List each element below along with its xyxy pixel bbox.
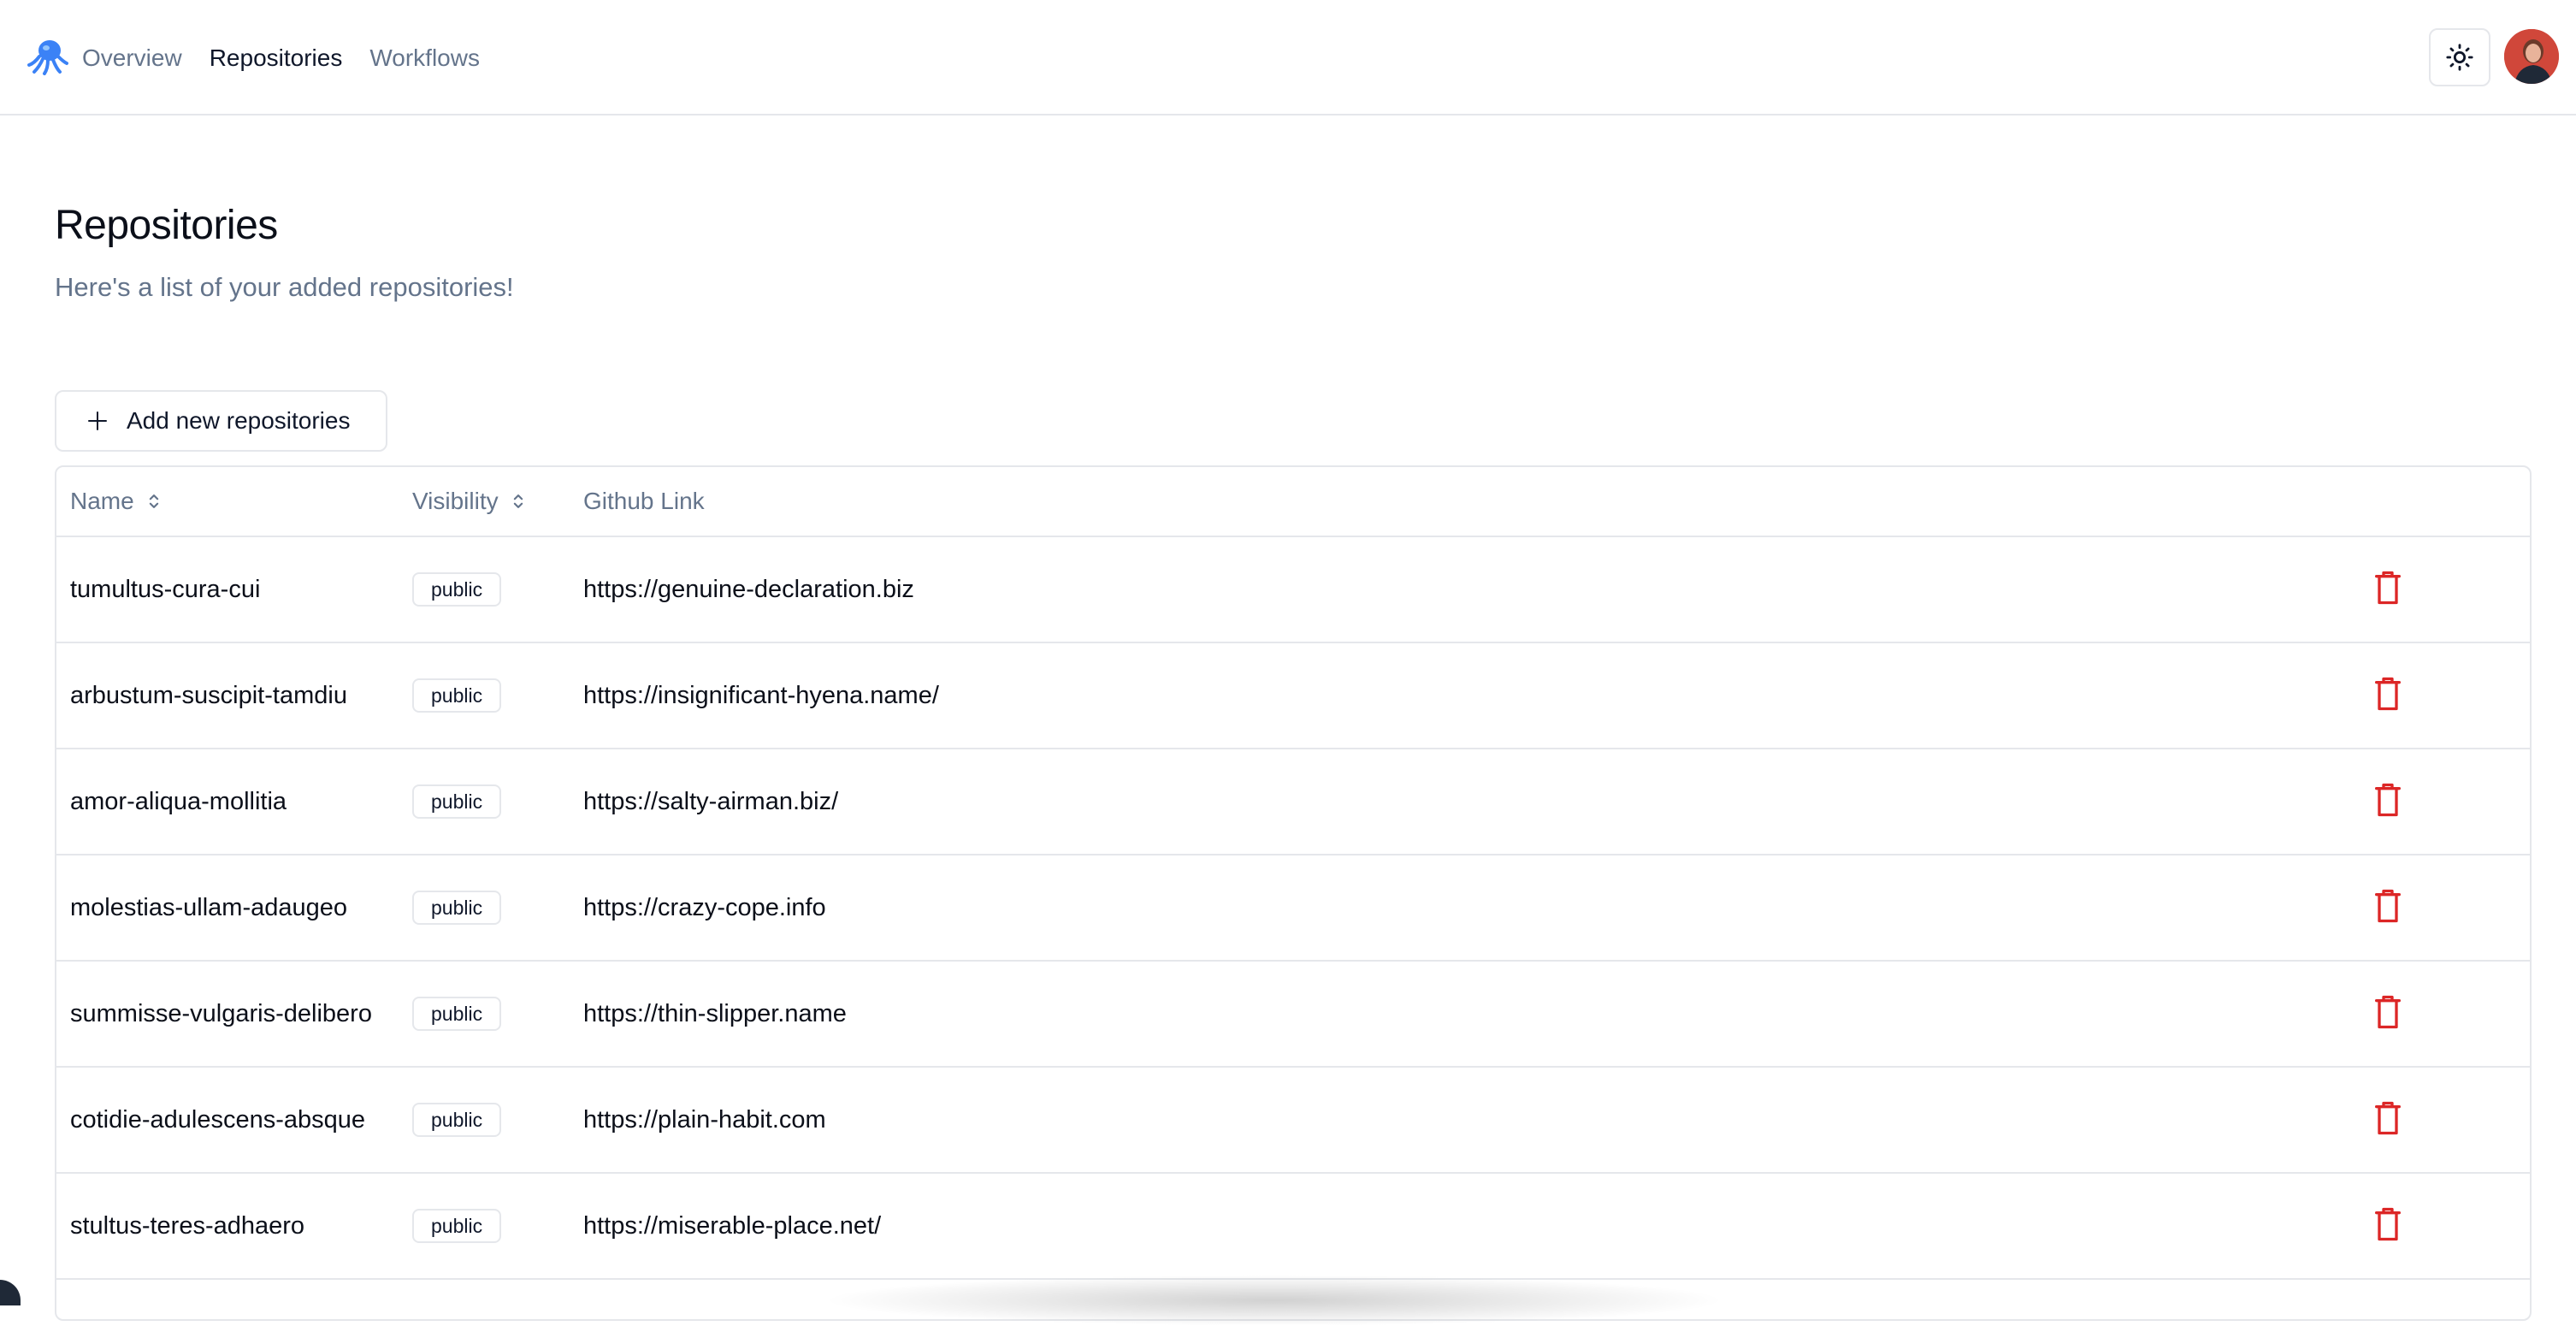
trash-icon <box>2375 571 2401 605</box>
github-link[interactable]: https://thin-slipper.name <box>583 962 847 1066</box>
column-header-github-link: Github Link <box>583 467 705 536</box>
table-row: arbustum-suscipit-tamdiu public https://… <box>56 643 2530 749</box>
repo-name: arbustum-suscipit-tamdiu <box>70 681 347 709</box>
sort-icon <box>513 494 523 508</box>
trash-icon <box>2375 995 2401 1029</box>
table-row: molestias-ullam-adaugeo public https://c… <box>56 855 2530 962</box>
trash-icon <box>2375 783 2401 817</box>
visibility-badge: public <box>412 997 502 1031</box>
visibility-badge: public <box>412 1103 502 1137</box>
visibility-badge: public <box>412 891 502 925</box>
add-repositories-button[interactable]: Add new repositories <box>55 390 387 452</box>
visibility-cell: public <box>412 643 502 748</box>
github-link[interactable]: https://miserable-place.net/ <box>583 1174 881 1278</box>
nav-overview[interactable]: Overview <box>82 45 182 70</box>
repo-name: tumultus-cura-cui <box>70 575 261 603</box>
github-link[interactable]: https://plain-habit.com <box>583 1068 826 1172</box>
table-row: stultus-teres-adhaero public https://mis… <box>56 1174 2530 1280</box>
octopus-logo-icon[interactable] <box>27 38 68 75</box>
main-nav: Overview Repositories Workflows <box>82 0 507 115</box>
visibility-badge: public <box>412 572 502 607</box>
visibility-cell: public <box>412 855 502 960</box>
github-link[interactable]: https://insignificant-hyena.name/ <box>583 643 939 748</box>
visibility-cell: public <box>412 1174 502 1278</box>
column-header-visibility[interactable]: Visibility <box>412 467 526 536</box>
table-row: summisse-vulgaris-delibero public https:… <box>56 962 2530 1068</box>
trash-icon <box>2375 677 2401 711</box>
repositories-table: Name Visibility Github Link tumultus-cur… <box>55 465 2532 1321</box>
visibility-cell: public <box>412 749 502 854</box>
delete-repository-button[interactable] <box>2369 1205 2407 1244</box>
table-row: cotidie-adulescens-absque public https:/… <box>56 1068 2530 1174</box>
repo-name: amor-aliqua-mollitia <box>70 787 287 815</box>
trash-icon <box>2375 1101 2401 1135</box>
visibility-cell: public <box>412 537 502 642</box>
visibility-badge: public <box>412 678 502 713</box>
column-label-github-link: Github Link <box>583 488 705 514</box>
column-label-name: Name <box>70 488 134 514</box>
visibility-cell: public <box>412 1068 502 1172</box>
column-header-name[interactable]: Name <box>70 467 162 536</box>
delete-repository-button[interactable] <box>2369 568 2407 607</box>
user-avatar[interactable] <box>2504 29 2559 84</box>
table-row: amor-aliqua-mollitia public https://salt… <box>56 749 2530 855</box>
github-link[interactable]: https://crazy-cope.info <box>583 855 826 960</box>
delete-repository-button[interactable] <box>2369 992 2407 1032</box>
nav-workflows[interactable]: Workflows <box>369 45 480 70</box>
top-nav-bar: Overview Repositories Workflows <box>0 0 2576 115</box>
table-body: tumultus-cura-cui public https://genuine… <box>56 537 2530 1280</box>
delete-repository-button[interactable] <box>2369 780 2407 820</box>
delete-repository-button[interactable] <box>2369 674 2407 713</box>
repo-name: stultus-teres-adhaero <box>70 1211 305 1240</box>
add-repositories-label: Add new repositories <box>127 407 351 434</box>
page-title: Repositories <box>55 203 278 248</box>
repo-name: cotidie-adulescens-absque <box>70 1105 365 1134</box>
delete-repository-button[interactable] <box>2369 886 2407 926</box>
sun-icon <box>2446 44 2473 71</box>
page-subtitle: Here's a list of your added repositories… <box>55 272 514 302</box>
nav-repositories[interactable]: Repositories <box>210 45 343 70</box>
repo-name: summisse-vulgaris-delibero <box>70 999 372 1027</box>
visibility-badge: public <box>412 1209 502 1243</box>
github-link[interactable]: https://genuine-declaration.biz <box>583 537 914 642</box>
sort-icon <box>149 494 158 508</box>
table-row: tumultus-cura-cui public https://genuine… <box>56 537 2530 643</box>
repo-name: molestias-ullam-adaugeo <box>70 893 347 921</box>
plus-icon <box>88 411 107 430</box>
github-link[interactable]: https://salty-airman.biz/ <box>583 749 838 854</box>
theme-toggle-button[interactable] <box>2429 28 2490 86</box>
table-header: Name Visibility Github Link <box>56 467 2530 537</box>
visibility-badge: public <box>412 784 502 819</box>
delete-repository-button[interactable] <box>2369 1098 2407 1138</box>
column-label-visibility: Visibility <box>412 488 499 514</box>
trash-icon <box>2375 889 2401 923</box>
window-corner <box>0 1280 21 1305</box>
visibility-cell: public <box>412 962 502 1066</box>
trash-icon <box>2375 1207 2401 1241</box>
